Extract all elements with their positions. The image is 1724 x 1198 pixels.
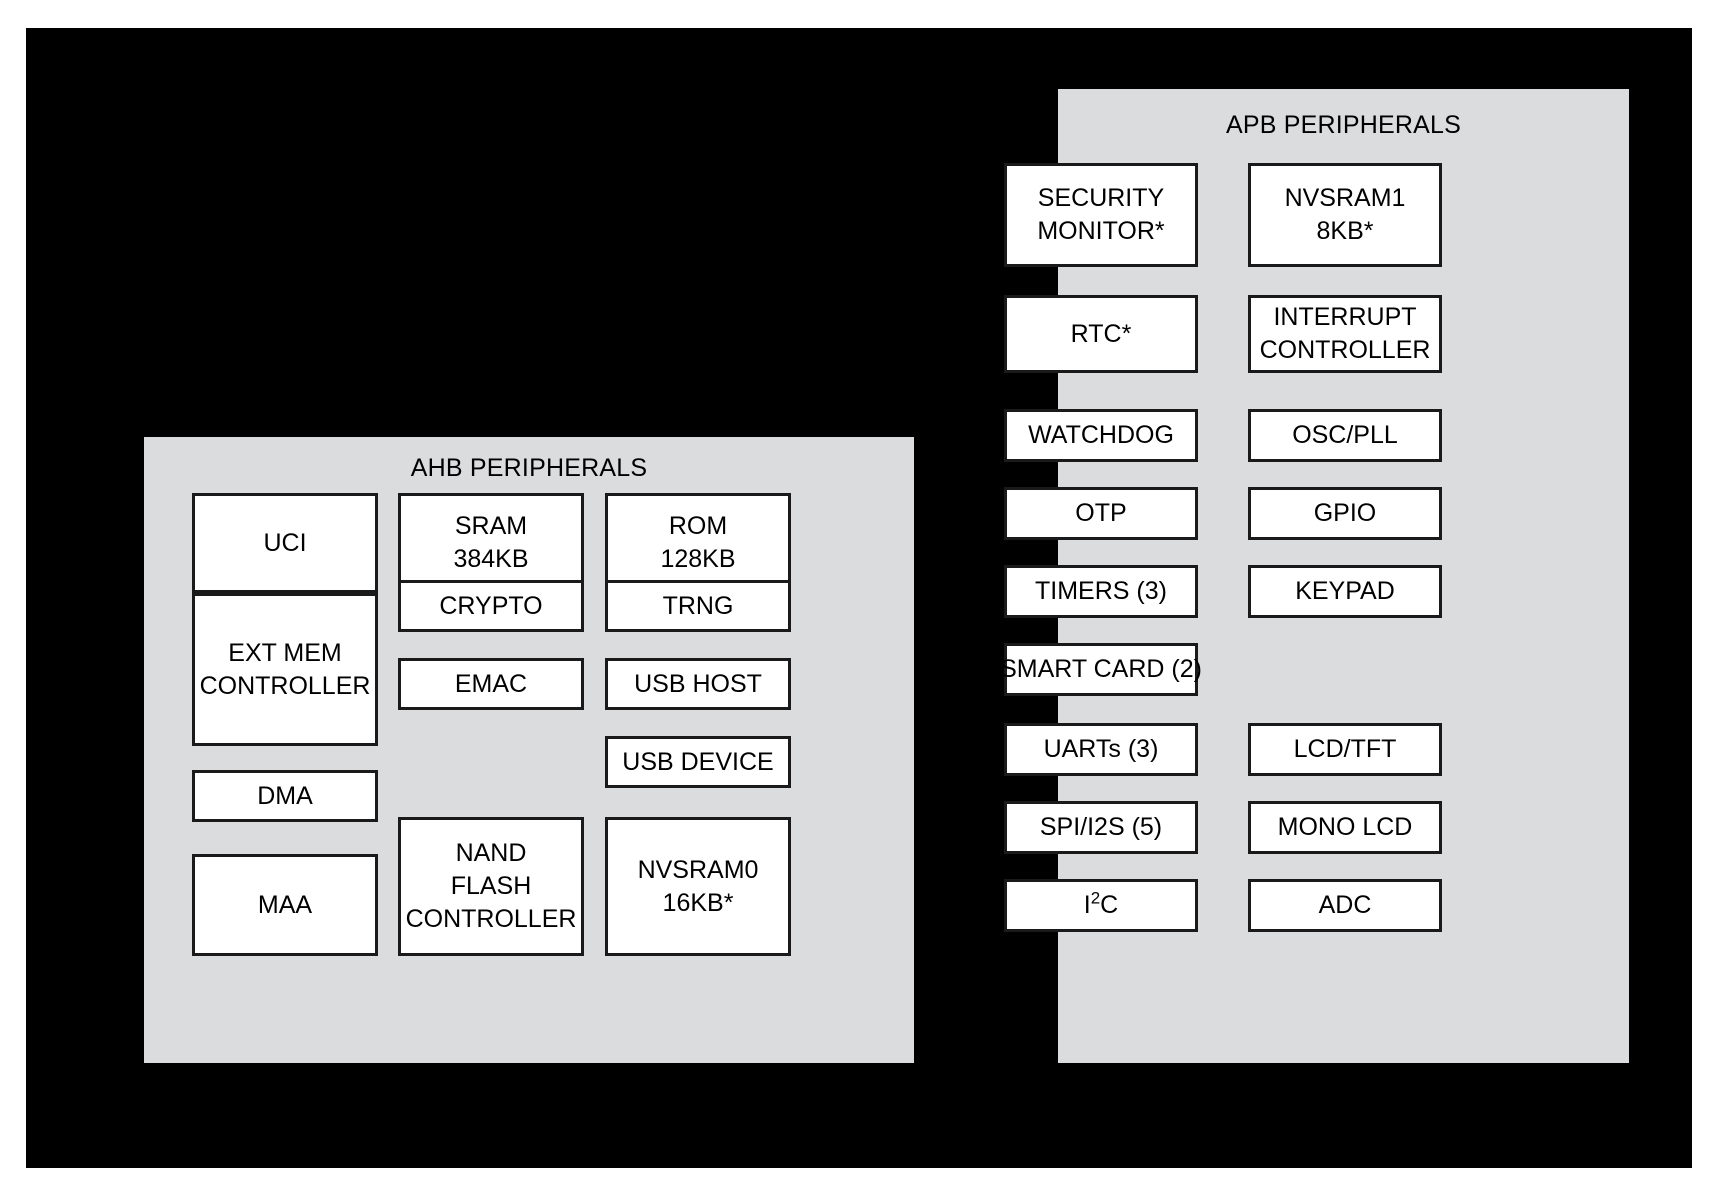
block-dma[interactable]: DMA <box>192 770 378 822</box>
block-usb-host[interactable]: USB HOST <box>605 658 791 710</box>
apb-peripherals-panel: APB PERIPHERALS SECURITY MONITOR* RTC* W… <box>1000 89 1629 1063</box>
block-osc-pll-line1: OSC/PLL <box>1292 421 1398 449</box>
block-i2c-label: I2C <box>1084 889 1118 922</box>
block-spi-i2s-line1: SPI/I2S (5) <box>1039 813 1163 841</box>
block-security-monitor-line1: SECURITY <box>1037 184 1165 212</box>
block-nvsram1-line2: 8KB* <box>1316 217 1374 245</box>
block-emac[interactable]: EMAC <box>398 658 584 710</box>
block-usb-device-line1: USB DEVICE <box>622 747 774 776</box>
block-ext-mem-controller[interactable]: EXT MEM CONTROLLER <box>192 593 378 746</box>
block-rom-line1: ROM <box>668 512 728 540</box>
block-nvsram0-line1: NVSRAM0 <box>637 855 759 884</box>
block-security-monitor-line2: MONITOR* <box>1037 217 1165 245</box>
block-crypto[interactable]: CRYPTO <box>398 580 584 632</box>
block-sram-line2: 384KB <box>453 545 529 573</box>
block-mono-lcd-line1: MONO LCD <box>1277 813 1413 841</box>
block-osc-pll[interactable]: OSC/PLL <box>1248 409 1442 462</box>
block-maa[interactable]: MAA <box>192 854 378 956</box>
block-maa-line1: MAA <box>257 890 313 919</box>
block-nand-flash-controller-line1: NAND <box>455 839 527 867</box>
block-i2c-superscript: 2 <box>1090 888 1101 908</box>
block-nvsram0[interactable]: NVSRAM0 16KB* <box>605 817 791 956</box>
block-otp[interactable]: OTP <box>1004 487 1198 540</box>
ahb-panel-title: AHB PERIPHERALS <box>410 454 648 482</box>
block-uarts-line1: UARTs (3) <box>1043 735 1159 763</box>
block-adc[interactable]: ADC <box>1248 879 1442 932</box>
block-timers[interactable]: TIMERS (3) <box>1004 565 1198 618</box>
block-nand-flash-controller-line2: FLASH <box>450 872 532 900</box>
block-lcd-tft-line1: LCD/TFT <box>1293 735 1397 763</box>
block-i2c-post: C <box>1100 891 1119 919</box>
block-interrupt-controller-line2: CONTROLLER <box>1259 336 1431 364</box>
block-keypad[interactable]: KEYPAD <box>1248 565 1442 618</box>
block-emac-line1: EMAC <box>454 669 528 698</box>
block-gpio-line1: GPIO <box>1313 499 1377 527</box>
block-nvsram0-line2: 16KB* <box>662 888 734 917</box>
block-uci[interactable]: UCI <box>192 493 378 593</box>
block-smart-card[interactable]: SMART CARD (2) <box>1000 643 1202 696</box>
block-mono-lcd[interactable]: MONO LCD <box>1248 801 1442 854</box>
block-dma-line1: DMA <box>257 781 313 810</box>
block-rom-line2: 128KB <box>660 545 736 573</box>
block-otp-line1: OTP <box>1075 499 1127 527</box>
block-interrupt-controller[interactable]: INTERRUPT CONTROLLER <box>1248 295 1442 373</box>
block-usb-host-line1: USB HOST <box>634 669 762 698</box>
block-usb-device[interactable]: USB DEVICE <box>605 736 791 788</box>
ahb-peripherals-panel: AHB PERIPHERALS UCI EXT MEM CONTROLLER D… <box>144 437 914 1063</box>
block-rtc[interactable]: RTC* <box>1004 295 1198 373</box>
block-sram-line1: SRAM <box>454 512 528 540</box>
block-nvsram1[interactable]: NVSRAM1 8KB* <box>1248 163 1442 267</box>
block-interrupt-controller-line1: INTERRUPT <box>1273 303 1417 331</box>
block-lcd-tft[interactable]: LCD/TFT <box>1248 723 1442 776</box>
diagram-canvas: AHB PERIPHERALS UCI EXT MEM CONTROLLER D… <box>0 0 1724 1198</box>
block-rtc-line1: RTC* <box>1070 319 1132 348</box>
block-nvsram1-line1: NVSRAM1 <box>1284 184 1406 212</box>
block-sram[interactable]: SRAM 384KB <box>398 493 584 593</box>
block-ext-mem-controller-line1: EXT MEM <box>228 638 342 667</box>
block-rom[interactable]: ROM 128KB <box>605 493 791 593</box>
block-trng-line1: TRNG <box>662 591 734 620</box>
block-keypad-line1: KEYPAD <box>1295 577 1395 605</box>
block-smart-card-line1: SMART CARD (2) <box>1000 655 1202 683</box>
block-i2c-pre: I <box>1083 891 1091 919</box>
block-security-monitor[interactable]: SECURITY MONITOR* <box>1004 163 1198 267</box>
block-ext-mem-controller-line2: CONTROLLER <box>199 671 371 700</box>
apb-panel-title: APB PERIPHERALS <box>1225 111 1462 139</box>
block-trng[interactable]: TRNG <box>605 580 791 632</box>
block-spi-i2s[interactable]: SPI/I2S (5) <box>1004 801 1198 854</box>
block-timers-line1: TIMERS (3) <box>1035 577 1167 605</box>
block-watchdog[interactable]: WATCHDOG <box>1004 409 1198 462</box>
block-uci-line1: UCI <box>263 528 307 557</box>
block-watchdog-line1: WATCHDOG <box>1028 421 1174 449</box>
block-crypto-line1: CRYPTO <box>439 591 543 620</box>
block-adc-line1: ADC <box>1318 891 1372 919</box>
block-nand-flash-controller-line3: CONTROLLER <box>405 905 577 933</box>
block-gpio[interactable]: GPIO <box>1248 487 1442 540</box>
block-uarts[interactable]: UARTs (3) <box>1004 723 1198 776</box>
block-i2c[interactable]: I2C <box>1004 879 1198 932</box>
block-nand-flash-controller[interactable]: NAND FLASH CONTROLLER <box>398 817 584 956</box>
